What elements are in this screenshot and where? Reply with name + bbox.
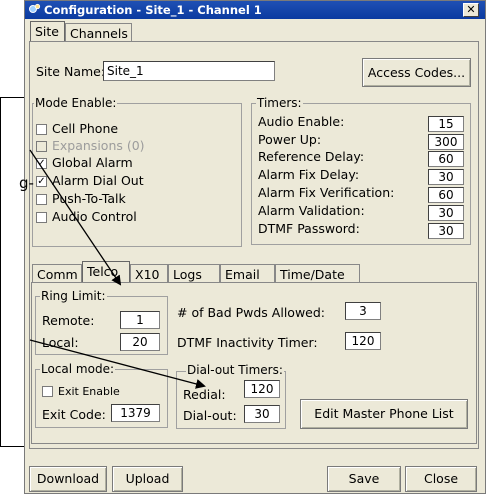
exit-enable-checkbox[interactable] xyxy=(42,386,53,397)
exit-code-input[interactable]: 1379 xyxy=(111,404,160,422)
callout-text: g- xyxy=(19,174,34,192)
cell-phone-label: Cell Phone xyxy=(52,121,119,136)
alarm-dial-out-label: Alarm Dial Out xyxy=(52,173,144,188)
site-name-input[interactable]: Site_1 xyxy=(103,61,275,81)
audio-control-checkbox[interactable] xyxy=(36,212,47,223)
alarm-fix-verification-label: Alarm Fix Verification: xyxy=(258,185,395,200)
bad-pwds-input[interactable]: 3 xyxy=(345,302,381,320)
local-input[interactable]: 20 xyxy=(120,333,160,351)
alarm-fix-delay-label: Alarm Fix Delay: xyxy=(258,167,360,182)
bad-pwds-label: # of Bad Pwds Allowed: xyxy=(177,305,325,320)
push-to-talk-label: Push-To-Talk xyxy=(52,191,126,206)
power-up-input[interactable]: 300 xyxy=(428,134,464,150)
dtmf-inactivity-label: DTMF Inactivity Timer: xyxy=(177,335,318,350)
close-icon[interactable]: ✕ xyxy=(463,3,479,17)
local-label: Local: xyxy=(42,335,79,350)
dialout-input[interactable]: 30 xyxy=(244,405,280,423)
dtmf-password-label: DTMF Password: xyxy=(258,221,360,236)
dtmf-inactivity-input[interactable]: 120 xyxy=(345,332,381,350)
access-codes-button[interactable]: Access Codes... xyxy=(362,58,471,87)
expansions-label: Expansions (0) xyxy=(52,138,145,153)
tab-telco-label: Telco xyxy=(87,264,119,279)
tab-logs-label: Logs xyxy=(173,267,202,282)
ring-limit-title: Ring Limit: xyxy=(40,289,107,303)
redial-label: Redial: xyxy=(183,387,226,402)
edit-master-phone-list-button[interactable]: Edit Master Phone List xyxy=(300,399,468,429)
local-mode-title: Local mode: xyxy=(40,362,115,376)
dialout-timers-title: Dial-out Timers: xyxy=(186,363,284,377)
timers-title: Timers: xyxy=(256,96,303,110)
tab-telco[interactable]: Telco xyxy=(82,261,130,283)
dialout-label: Dial-out: xyxy=(183,408,237,423)
window-title: Configuration - Site_1 - Channel 1 xyxy=(44,3,262,17)
global-alarm-checkbox[interactable]: ✓ xyxy=(36,158,47,169)
alarm-validation-label: Alarm Validation: xyxy=(258,203,365,218)
reference-delay-input[interactable]: 60 xyxy=(428,151,464,167)
tab-time-date-label: Time/Date xyxy=(280,267,345,282)
gear-icon xyxy=(29,3,41,13)
global-alarm-label: Global Alarm xyxy=(52,155,133,170)
close-button[interactable]: Close xyxy=(405,466,477,492)
mode-enable-title: Mode Enable: xyxy=(34,96,118,110)
tab-logs[interactable]: Logs xyxy=(168,264,220,282)
power-up-label: Power Up: xyxy=(258,132,322,147)
alarm-fix-verification-input[interactable]: 60 xyxy=(428,187,464,203)
dtmf-password-input[interactable]: 30 xyxy=(428,223,464,239)
audio-enable-label: Audio Enable: xyxy=(258,114,345,129)
tab-email-label: Email xyxy=(225,267,260,282)
exit-code-label: Exit Code: xyxy=(42,407,106,422)
tab-channels-label: Channels xyxy=(70,26,128,41)
remote-input[interactable]: 1 xyxy=(120,311,160,329)
tab-comm-label: Comm xyxy=(37,267,78,282)
alarm-fix-delay-input[interactable]: 30 xyxy=(428,169,464,185)
redial-input[interactable]: 120 xyxy=(244,380,280,398)
site-name-label: Site Name: xyxy=(36,64,106,79)
tab-email[interactable]: Email xyxy=(220,264,275,282)
tab-channels[interactable]: Channels xyxy=(65,23,132,41)
push-to-talk-checkbox[interactable] xyxy=(36,194,47,205)
remote-label: Remote: xyxy=(42,313,95,328)
download-button[interactable]: Download xyxy=(29,466,107,492)
audio-control-label: Audio Control xyxy=(52,209,137,224)
exit-enable-label: Exit Enable xyxy=(58,385,120,398)
tab-comm[interactable]: Comm xyxy=(32,264,82,282)
upload-button[interactable]: Upload xyxy=(112,466,183,492)
cell-phone-checkbox[interactable] xyxy=(36,124,47,135)
tab-x10[interactable]: X10 xyxy=(130,264,168,282)
tab-x10-label: X10 xyxy=(135,267,160,282)
tab-time-date[interactable]: Time/Date xyxy=(275,264,360,282)
audio-enable-input[interactable]: 15 xyxy=(428,116,464,132)
tab-site[interactable]: Site xyxy=(30,21,65,41)
save-button[interactable]: Save xyxy=(327,466,401,492)
alarm-dial-out-checkbox[interactable]: ✓ xyxy=(36,176,47,187)
tab-site-label: Site xyxy=(35,24,59,39)
reference-delay-label: Reference Delay: xyxy=(258,149,365,164)
expansions-checkbox xyxy=(36,141,47,152)
alarm-validation-input[interactable]: 30 xyxy=(428,205,464,221)
